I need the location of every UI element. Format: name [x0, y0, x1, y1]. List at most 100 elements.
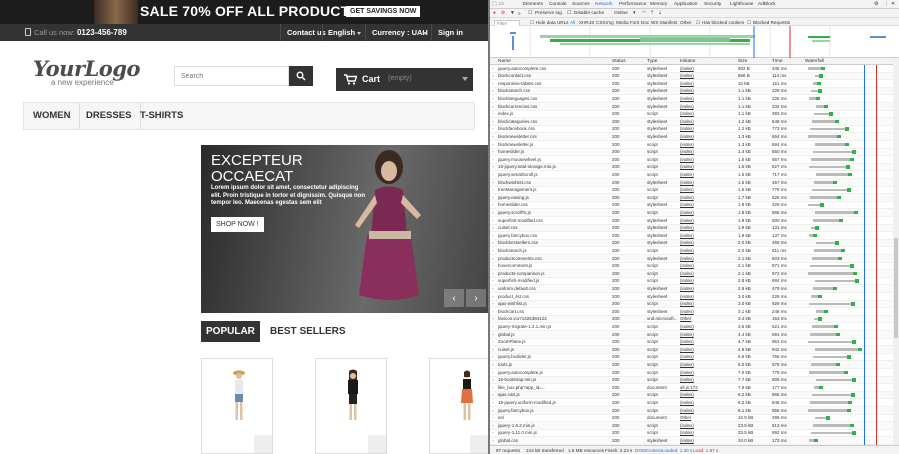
request-row[interactable]: ajax-wishlist.js 200 script (index) 3.0 kB 92… [490, 300, 893, 309]
request-initiator[interactable]: (index) [680, 332, 694, 338]
promo-banner[interactable]: SALE 70% OFF ALL PRODUCTS GET SAVINGS NO… [0, 0, 488, 24]
request-initiator[interactable]: (index) [680, 149, 694, 155]
request-initiator[interactable]: Other [680, 316, 691, 322]
table-scrollbar[interactable] [893, 58, 899, 445]
blocked-cookies-checkbox[interactable]: ☐ [696, 20, 700, 26]
cart-block[interactable]: Cart (empty) [336, 68, 473, 91]
tab-application[interactable]: Application [674, 2, 697, 7]
request-row[interactable]: 15-jquery.total-storage.min.js 200 script (… [490, 163, 893, 172]
request-initiator[interactable]: (index) [680, 263, 694, 269]
disable-cache-checkbox[interactable]: ☐ [567, 11, 571, 16]
get-savings-button[interactable]: GET SAVINGS NOW [346, 6, 421, 17]
request-row[interactable]: blockfacebook.css 200 stylesheet (index) 1.2… [490, 126, 893, 134]
preserve-log-checkbox[interactable]: ☐ [528, 11, 532, 16]
request-initiator[interactable]: (index) [680, 180, 694, 186]
request-initiator[interactable]: all.js:172 [680, 385, 698, 391]
request-initiator[interactable]: (index) [680, 195, 694, 201]
request-row[interactable]: 18-jquery.uniform-modified.js 200 script (i… [490, 399, 893, 407]
request-initiator[interactable]: (index) [680, 370, 694, 376]
product-card[interactable] [429, 358, 488, 454]
request-initiator[interactable]: (index) [680, 134, 694, 140]
request-initiator[interactable]: (index) [680, 240, 694, 246]
request-row[interactable]: index.js 200 script (index) 1.1 kB 383 ms ▫ [490, 111, 893, 119]
filter-doc[interactable]: Doc [641, 20, 649, 25]
request-initiator[interactable]: (index) [680, 271, 694, 277]
request-row[interactable]: blocknewsletter.css 200 stylesheet (index) 1… [490, 133, 893, 141]
filter-all[interactable]: All [570, 20, 575, 25]
request-row[interactable]: jquery.easing.js 200 script (index) 1.7 kB 62… [490, 194, 893, 202]
request-row[interactable]: jquery-1.11.0.min.js 200 script (index) 33.5… [490, 430, 893, 438]
request-row[interactable]: 16-bootstrap.min.js 200 script (index) 7.7 k… [490, 376, 893, 385]
record-icon[interactable]: ● [493, 11, 496, 16]
request-initiator[interactable]: (index) [680, 73, 694, 79]
filter-manifest[interactable]: Manifest [660, 20, 677, 25]
request-row[interactable]: blocksearch.js 200 script (index) 2.0 kB 611 … [490, 247, 893, 255]
request-initiator[interactable]: Other [680, 415, 691, 421]
tab-lighthouse[interactable]: Lighthouse [730, 2, 753, 7]
more-icon[interactable]: ⋮ [884, 2, 889, 7]
product-card[interactable] [315, 358, 387, 454]
request-initiator[interactable]: (index) [680, 225, 694, 231]
request-row[interactable]: treeManagement.js 200 script (index) 1.6 kB 7… [490, 187, 893, 195]
contact-us-link[interactable]: Contact us [287, 28, 326, 37]
request-initiator[interactable]: (index) [680, 339, 694, 345]
request-row[interactable]: blockbestsellers.css 200 stylesheet (index)… [490, 239, 893, 248]
request-initiator[interactable]: (index) [680, 301, 694, 307]
request-row[interactable]: jquery-migrate-1.2.1.min.js 200 script (ind… [490, 323, 893, 331]
filter-css[interactable]: CSS [596, 20, 605, 25]
col-waterfall[interactable]: Waterfall [805, 59, 824, 64]
tab-performance[interactable]: Performance [619, 2, 646, 7]
request-initiator[interactable]: (index) [680, 347, 694, 353]
request-initiator[interactable]: (index) [680, 88, 694, 94]
search-button[interactable] [289, 66, 313, 86]
sign-in-link[interactable]: Sign in [438, 28, 463, 37]
tab-adblock[interactable]: AdBlock [758, 2, 776, 7]
request-row[interactable]: uniform.default.css 200 stylesheet (index) 2… [490, 285, 893, 293]
request-initiator[interactable]: (index) [680, 104, 694, 110]
product-card[interactable] [201, 358, 273, 454]
request-initiator[interactable]: (index) [680, 142, 694, 148]
request-row[interactable]: favicon.ico?1426384122 200 vnd.microsoft..… [490, 315, 893, 324]
tab-elements[interactable]: Elements [523, 2, 543, 7]
filter-icon[interactable]: ▼ [510, 11, 515, 16]
request-initiator[interactable]: (index) [680, 423, 694, 429]
filter-xhr[interactable]: XHR [579, 20, 589, 25]
request-initiator[interactable]: (index) [680, 210, 694, 216]
settings-icon[interactable]: ⚙ [874, 2, 878, 7]
request-initiator[interactable]: (index) [680, 430, 694, 436]
quick-view-icon[interactable] [368, 435, 386, 453]
request-initiator[interactable]: (index) [680, 294, 694, 300]
request-initiator[interactable]: (index) [680, 309, 694, 315]
request-initiator[interactable]: (index) [680, 172, 694, 178]
request-initiator[interactable]: (index) [680, 164, 694, 170]
currency-selector[interactable]: Currency : UAH [372, 28, 428, 37]
search-icon[interactable]: ⌕ [518, 11, 521, 17]
request-row[interactable]: jquery.fancybox.css 200 stylesheet (index) 1… [490, 232, 893, 240]
request-initiator[interactable]: (index) [680, 218, 694, 224]
import-icon[interactable]: ⇡ [650, 11, 654, 16]
close-icon[interactable]: ✕ [891, 2, 895, 7]
filter-ws[interactable]: WS [651, 20, 658, 25]
request-initiator[interactable]: (index) [680, 400, 694, 406]
request-initiator[interactable]: (index) [680, 324, 694, 330]
tab-network[interactable]: Network [595, 2, 613, 7]
slider-prev-button[interactable]: ‹ [444, 289, 464, 307]
request-row[interactable]: blocksearch.css 200 stylesheet (index) 1.1 k… [490, 87, 893, 96]
request-initiator[interactable]: (index) [680, 119, 694, 125]
col-size[interactable]: Size [738, 59, 747, 64]
export-icon[interactable]: ⇣ [658, 11, 662, 16]
request-row[interactable]: like_box.php?app_id=... 200 document all.js… [490, 384, 893, 392]
home-slider[interactable]: EXCEPTEUR OCCAECAT Lorem ipsum dolor sit… [201, 145, 488, 313]
request-row[interactable]: global.js 200 script (index) 4.4 kB 591 ms ▫ [490, 331, 893, 339]
request-row[interactable]: en/200 document Other 10.5 kB 296 ms ▫ [490, 415, 893, 423]
request-row[interactable]: blockcontact.css 200 stylesheet (index) 866 … [490, 72, 893, 81]
language-selector[interactable]: English [328, 28, 355, 37]
request-row[interactable]: productcomments.css 200 stylesheet (index) 2… [490, 255, 893, 263]
request-initiator[interactable]: (index) [680, 362, 694, 368]
request-initiator[interactable]: (index) [680, 278, 694, 284]
filter-other[interactable]: Other [680, 20, 692, 25]
shop-now-button[interactable]: SHOP NOW ! [211, 217, 264, 232]
hide-data-urls-checkbox[interactable]: ☐ [530, 20, 534, 26]
request-row[interactable]: jquery.mousewheel.js 200 script (index) 1.5 … [490, 156, 893, 164]
quick-view-icon[interactable] [470, 435, 488, 453]
